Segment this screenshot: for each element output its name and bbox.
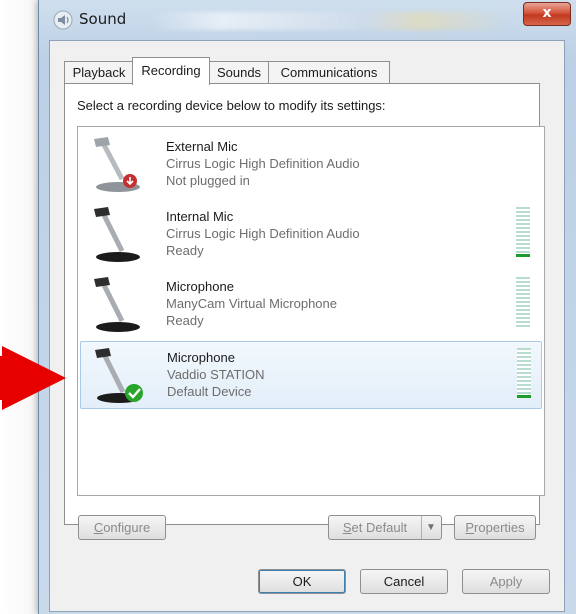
dialog-client-area: Playback Recording Sounds Communications… — [49, 40, 565, 612]
title-bar[interactable]: Sound x — [39, 0, 576, 40]
device-list[interactable]: External Mic Cirrus Logic High Definitio… — [77, 126, 545, 496]
microphone-unplugged-icon — [94, 137, 140, 192]
background-strip — [0, 0, 38, 614]
device-status: Not plugged in — [166, 173, 250, 188]
callout-arrow-icon — [2, 346, 66, 410]
level-meter-fill — [517, 395, 531, 398]
window-title: Sound — [79, 10, 127, 28]
microphone-icon — [94, 207, 140, 262]
blurred-background — [149, 12, 509, 30]
device-name: Microphone — [166, 279, 234, 294]
device-name: Internal Mic — [166, 209, 234, 224]
close-icon: x — [542, 5, 552, 21]
device-vaddio-microphone[interactable]: Microphone Vaddio STATION Default Device — [80, 341, 542, 409]
level-meter — [516, 207, 530, 257]
tab-communications[interactable]: Communications — [268, 61, 390, 84]
tab-recording[interactable]: Recording — [132, 57, 210, 85]
device-manycam-microphone[interactable]: Microphone ManyCam Virtual Microphone Re… — [80, 271, 540, 337]
close-button[interactable]: x — [523, 2, 571, 26]
dropdown-arrow-icon[interactable]: ▼ — [421, 516, 440, 539]
device-status: Default Device — [167, 384, 252, 399]
device-name: External Mic — [166, 139, 238, 154]
recording-panel: Select a recording device below to modif… — [64, 83, 545, 525]
device-external-mic[interactable]: External Mic Cirrus Logic High Definitio… — [80, 131, 540, 197]
instruction-text: Select a recording device below to modif… — [77, 98, 386, 113]
level-meter — [516, 277, 530, 327]
device-driver: Vaddio STATION — [167, 367, 265, 382]
device-driver: ManyCam Virtual Microphone — [166, 296, 337, 311]
configure-button[interactable]: Configure — [78, 515, 166, 540]
microphone-icon — [94, 277, 140, 332]
set-default-button[interactable]: Set Default ▼ — [328, 515, 442, 540]
level-meter-fill — [516, 254, 530, 257]
level-meter — [517, 348, 531, 398]
device-status: Ready — [166, 243, 204, 258]
tab-sounds[interactable]: Sounds — [208, 61, 270, 84]
device-internal-mic[interactable]: Internal Mic Cirrus Logic High Definitio… — [80, 201, 540, 267]
device-driver: Cirrus Logic High Definition Audio — [166, 226, 360, 241]
tab-playback[interactable]: Playback — [64, 61, 134, 84]
microphone-default-icon — [95, 348, 143, 403]
ok-button[interactable]: OK — [258, 569, 346, 594]
cancel-button[interactable]: Cancel — [360, 569, 448, 594]
properties-button[interactable]: Properties — [454, 515, 536, 540]
device-name: Microphone — [167, 350, 235, 365]
device-status: Ready — [166, 313, 204, 328]
apply-button[interactable]: Apply — [462, 569, 550, 594]
sound-dialog: Sound x Playback Recording Sounds Commun… — [38, 0, 576, 614]
speaker-icon — [53, 10, 73, 30]
device-driver: Cirrus Logic High Definition Audio — [166, 156, 360, 171]
